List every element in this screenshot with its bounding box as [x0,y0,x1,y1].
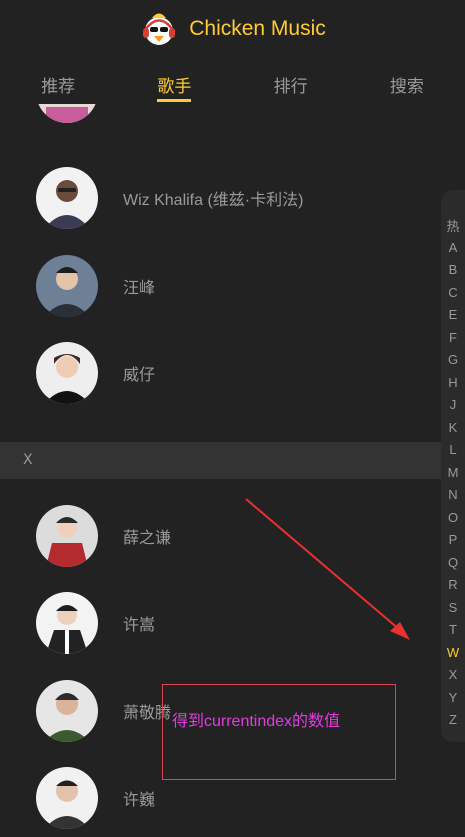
shortcut-item-t[interactable]: T [441,622,465,637]
shortcut-item-n[interactable]: N [441,487,465,502]
shortcut-item-x[interactable]: X [441,667,465,682]
singer-avatar [36,592,98,654]
shortcut-item-k[interactable]: K [441,420,465,435]
singer-avatar [36,255,98,317]
shortcut-item-hot[interactable]: 热 [441,216,465,235]
shortcut-item-y[interactable]: Y [441,690,465,705]
app-header: Chicken Music [0,0,465,58]
annotation-arrow-icon [245,498,410,640]
singer-name: 汪峰 [123,280,156,297]
shortcut-item-h[interactable]: H [441,375,465,390]
tab-bar: 推荐 歌手 排行 搜索 [0,58,465,104]
singer-avatar [36,167,98,229]
shortcut-item-b[interactable]: B [441,262,465,277]
shortcut-item-q[interactable]: Q [441,555,465,570]
shortcut-item-j[interactable]: J [441,397,465,412]
group-title: X [0,442,465,479]
tab-search[interactable]: 搜索 [349,58,465,104]
shortcut-item-l[interactable]: L [441,442,465,457]
singer-name: 许巍 [123,792,156,809]
annotation-text: 得到currentindex的数值 [172,713,341,730]
shortcut-item-p[interactable]: P [441,532,465,547]
shortcut-item-f[interactable]: F [441,330,465,345]
singer-avatar [36,104,98,123]
shortcut-item-o[interactable]: O [441,510,465,525]
shortcut-item-a[interactable]: A [441,240,465,255]
chicken-logo-icon [143,13,176,45]
singer-name: 薛之谦 [123,530,172,547]
shortcut-item-r[interactable]: R [441,577,465,592]
annotation-box: 得到currentindex的数值 [162,684,396,780]
singer-name: 许嵩 [123,617,156,634]
shortcut-item-c[interactable]: C [441,285,465,300]
list-item[interactable]: 汪峰 [0,242,440,330]
shortcut-item-s[interactable]: S [441,600,465,615]
singer-avatar [36,505,98,567]
shortcut-item-m[interactable]: M [441,465,465,480]
shortcut-item-z[interactable]: Z [441,712,465,727]
singer-avatar [36,342,98,404]
shortcut-item-e[interactable]: E [441,307,465,322]
tab-recommend[interactable]: 推荐 [0,58,116,104]
list-item[interactable]: 王菲 [0,104,440,136]
alphabet-shortcut-bar[interactable]: 热 A B C E F G H J K L M N O P Q R S T W … [441,190,465,742]
tab-singer[interactable]: 歌手 [116,58,232,104]
app-title: Chicken Music [189,17,326,40]
singer-avatar [36,680,98,742]
list-item[interactable]: 威仔 [0,329,440,417]
shortcut-item-w[interactable]: W [441,645,465,660]
list-item[interactable]: Wiz Khalifa (维兹·卡利法) [0,154,440,242]
singer-name: 威仔 [123,367,156,384]
tab-rank[interactable]: 排行 [233,58,349,104]
singer-avatar [36,767,98,829]
shortcut-item-g[interactable]: G [441,352,465,367]
singer-name: Wiz Khalifa (维兹·卡利法) [123,192,304,209]
